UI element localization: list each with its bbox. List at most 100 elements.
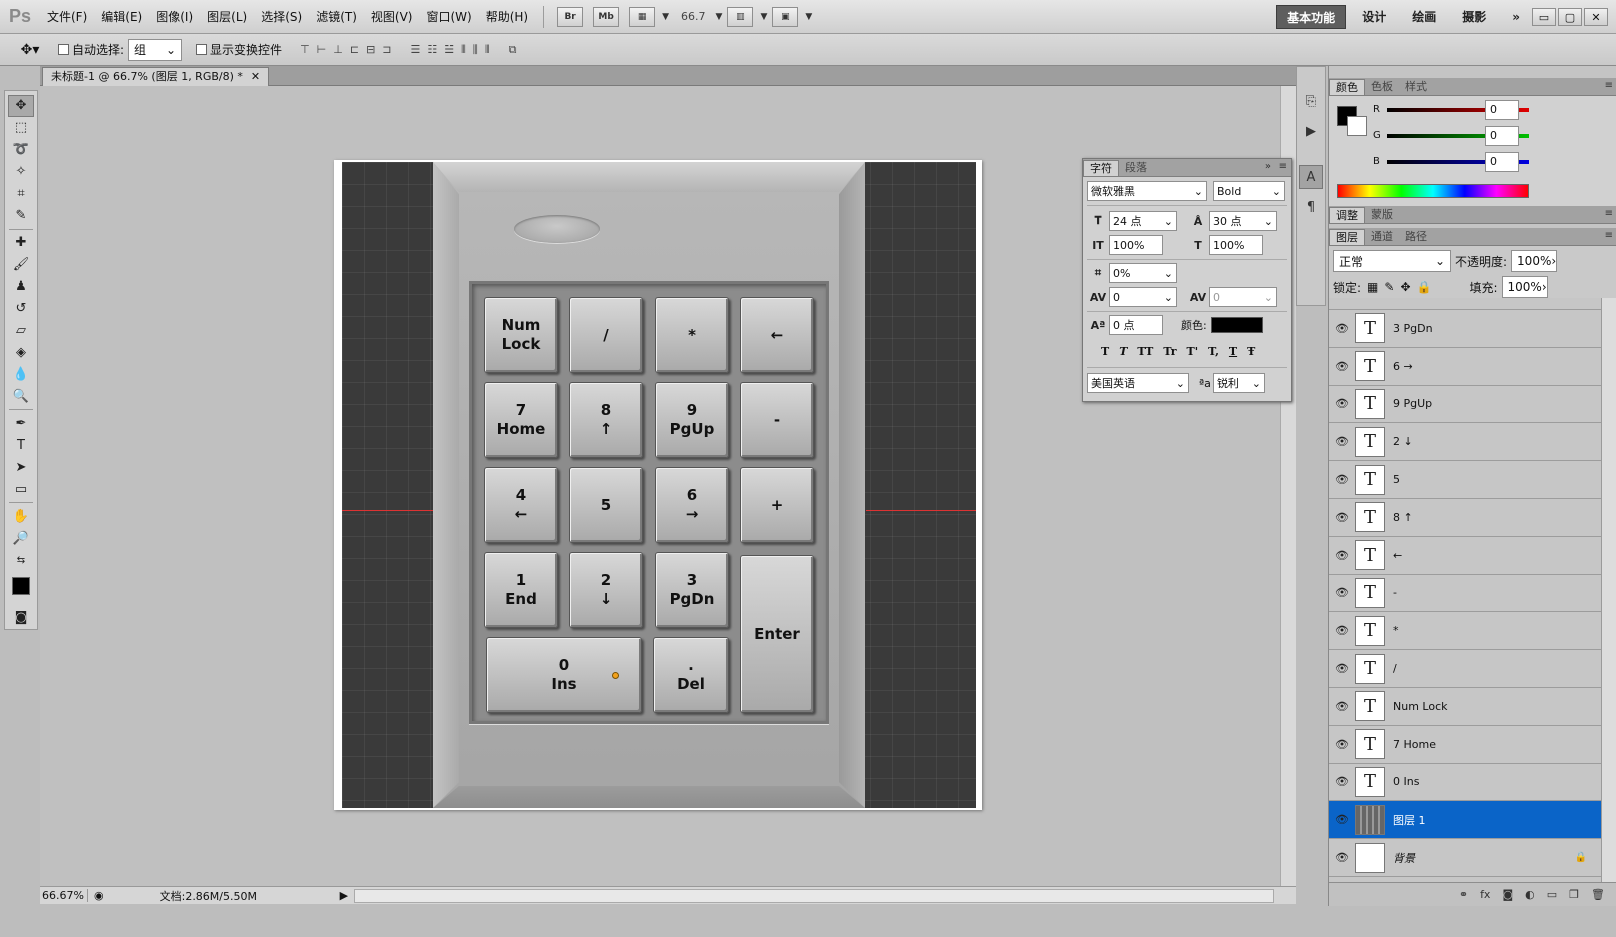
horizontal-scrollbar[interactable]	[354, 888, 1274, 903]
text-color-swatch[interactable]	[1210, 317, 1263, 333]
menu-window[interactable]: 窗口(W)	[419, 0, 478, 34]
delete-layer-icon[interactable]: 🗑	[1591, 888, 1605, 901]
baseline-shift-input[interactable]: 0 点	[1109, 315, 1163, 335]
layer-row[interactable]: 👁 T ←	[1329, 537, 1601, 575]
layer-row[interactable]: 👁 T 3 PgDn	[1329, 310, 1601, 348]
screen-mode-icon[interactable]: ▣	[772, 6, 799, 27]
type-tool-icon[interactable]: T	[8, 434, 34, 456]
restore-button[interactable]: ▢	[1558, 8, 1582, 26]
layer-row[interactable]: 👁 T 0 Ins	[1329, 764, 1601, 802]
fill-input[interactable]: 100% ›	[1501, 276, 1548, 298]
tab-paragraph[interactable]: 段落	[1119, 160, 1153, 176]
layer-row-background[interactable]: 👁 背景 🔒	[1329, 839, 1601, 877]
close-tab-icon[interactable]: ✕	[251, 68, 260, 86]
faux-bold-button[interactable]: T	[1101, 345, 1109, 358]
bridge-button[interactable]: Br	[557, 6, 584, 27]
layers-scrollbar[interactable]	[1601, 298, 1616, 882]
menu-filter[interactable]: 滤镜(T)	[309, 0, 364, 34]
tsume-input[interactable]: 0% ⌄	[1109, 263, 1177, 283]
pen-tool-icon[interactable]: ✒	[8, 412, 34, 434]
layer-row[interactable]: 👁 T /	[1329, 650, 1601, 688]
layer-row[interactable]: 👁 T 9 PgUp	[1329, 386, 1601, 424]
healing-brush-tool-icon[interactable]: ✚	[8, 232, 34, 254]
eye-icon[interactable]: 👁	[1329, 511, 1355, 524]
foreground-color-swatch[interactable]	[12, 577, 41, 607]
zoom-tool-icon[interactable]: 🔎	[8, 527, 34, 549]
crop-tool-icon[interactable]: ⌗	[8, 183, 34, 205]
zoom-status[interactable]: 66.67%	[40, 889, 88, 902]
path-selection-tool-icon[interactable]: ➤	[8, 456, 34, 478]
workspace-design[interactable]: 设计	[1352, 5, 1396, 29]
menu-help[interactable]: 帮助(H)	[479, 0, 535, 34]
panel-menu-icon[interactable]: ≡	[1605, 230, 1613, 241]
extras-icon[interactable]: ▦	[629, 6, 656, 27]
green-value-input[interactable]: 0	[1485, 126, 1519, 146]
layer-row[interactable]: 👁 T -	[1329, 575, 1601, 613]
move-tool-icon[interactable]: ✥	[8, 95, 34, 117]
distribute-hcenter-icon[interactable]: ⫼	[473, 43, 479, 57]
arrange-documents-icon[interactable]: ▥	[727, 6, 754, 27]
kerning-input[interactable]: 0 ⌄	[1109, 287, 1177, 307]
eye-icon[interactable]: 👁	[1329, 360, 1355, 373]
move-tool-preset-icon[interactable]: ✥▾	[10, 37, 50, 63]
close-button[interactable]: ✕	[1584, 8, 1608, 26]
layer-row[interactable]: 👁 T 5	[1329, 461, 1601, 499]
menu-select[interactable]: 选择(S)	[254, 0, 309, 34]
eye-icon[interactable]: 👁	[1329, 397, 1355, 410]
tab-swatches[interactable]: 色板	[1365, 79, 1399, 95]
eyedropper-tool-icon[interactable]: ✎	[8, 205, 34, 227]
history-brush-tool-icon[interactable]: ↺	[8, 298, 34, 320]
quick-mask-icon[interactable]: ◙	[8, 607, 34, 629]
background-color-swatch[interactable]	[23, 588, 41, 607]
panel-menu-icon[interactable]: ≡	[1279, 161, 1287, 172]
workspace-essentials[interactable]: 基本功能	[1276, 5, 1347, 29]
clone-stamp-tool-icon[interactable]: ♟	[8, 276, 34, 298]
magic-wand-tool-icon[interactable]: ✧	[8, 161, 34, 183]
distribute-bottom-icon[interactable]: ☱	[444, 43, 455, 57]
layer-row[interactable]: 👁 T Num Lock	[1329, 688, 1601, 726]
status-info-icon[interactable]: ◉	[94, 889, 104, 902]
lock-position-icon[interactable]: ✥	[1400, 280, 1410, 294]
font-family-dropdown[interactable]: 微软雅黑 ⌄	[1087, 181, 1207, 201]
eye-icon[interactable]: 👁	[1329, 851, 1355, 864]
zoom-level[interactable]: 66.7	[681, 10, 706, 23]
tab-layers[interactable]: 图层	[1329, 229, 1365, 245]
small-caps-button[interactable]: Tr	[1163, 345, 1176, 358]
distribute-vcenter-icon[interactable]: ☷	[427, 43, 438, 57]
align-left-icon[interactable]: ⊏	[350, 43, 360, 56]
tracking-input[interactable]: 0 ⌄	[1209, 287, 1277, 307]
document-tab[interactable]: 未标题-1 @ 66.7% (图层 1, RGB/8) * ✕	[42, 67, 270, 86]
red-value-input[interactable]: 0	[1485, 100, 1519, 120]
checkbox-box[interactable]	[58, 44, 69, 55]
subscript-button[interactable]: T,	[1208, 345, 1219, 358]
language-dropdown[interactable]: 美国英语 ⌄	[1087, 373, 1189, 393]
tab-masks[interactable]: 蒙版	[1365, 207, 1399, 223]
eye-icon[interactable]: 👁	[1329, 549, 1355, 562]
distribute-right-icon[interactable]: ⦀	[485, 43, 491, 57]
eye-icon[interactable]: 👁	[1329, 322, 1355, 335]
chevron-down-icon[interactable]: ▼	[716, 12, 723, 22]
font-style-dropdown[interactable]: Bold ⌄	[1213, 181, 1285, 201]
distribute-top-icon[interactable]: ☰	[411, 43, 422, 57]
opacity-input[interactable]: 100% ›	[1511, 250, 1558, 272]
eye-icon[interactable]: 👁	[1329, 435, 1355, 448]
swap-colors-icon[interactable]: ⇆	[8, 549, 34, 571]
align-top-icon[interactable]: ⊤	[300, 43, 311, 56]
eye-icon[interactable]: 👁	[1329, 775, 1355, 788]
auto-align-icon[interactable]: ⧉	[509, 43, 518, 57]
align-bottom-icon[interactable]: ⊥	[333, 43, 344, 56]
superscript-button[interactable]: T'	[1187, 345, 1199, 358]
leading-input[interactable]: 30 点 ⌄	[1209, 211, 1277, 231]
eye-icon[interactable]: 👁	[1329, 738, 1355, 751]
workspace-photography[interactable]: 摄影	[1452, 5, 1496, 29]
rectangle-tool-icon[interactable]: ▭	[8, 478, 34, 500]
workspace-painting[interactable]: 绘画	[1402, 5, 1446, 29]
tab-channels[interactable]: 通道	[1365, 229, 1399, 245]
layer-row[interactable]: 👁 T 8 ↑	[1329, 499, 1601, 537]
menu-layer[interactable]: 图层(L)	[200, 0, 254, 34]
horizontal-scale-input[interactable]: 100%	[1209, 235, 1263, 255]
layer-row[interactable]: 👁 T 6 →	[1329, 348, 1601, 386]
eye-icon[interactable]: 👁	[1329, 700, 1355, 713]
strikethrough-button[interactable]: Ŧ	[1247, 345, 1255, 358]
character-panel-icon[interactable]: A	[1299, 165, 1323, 189]
